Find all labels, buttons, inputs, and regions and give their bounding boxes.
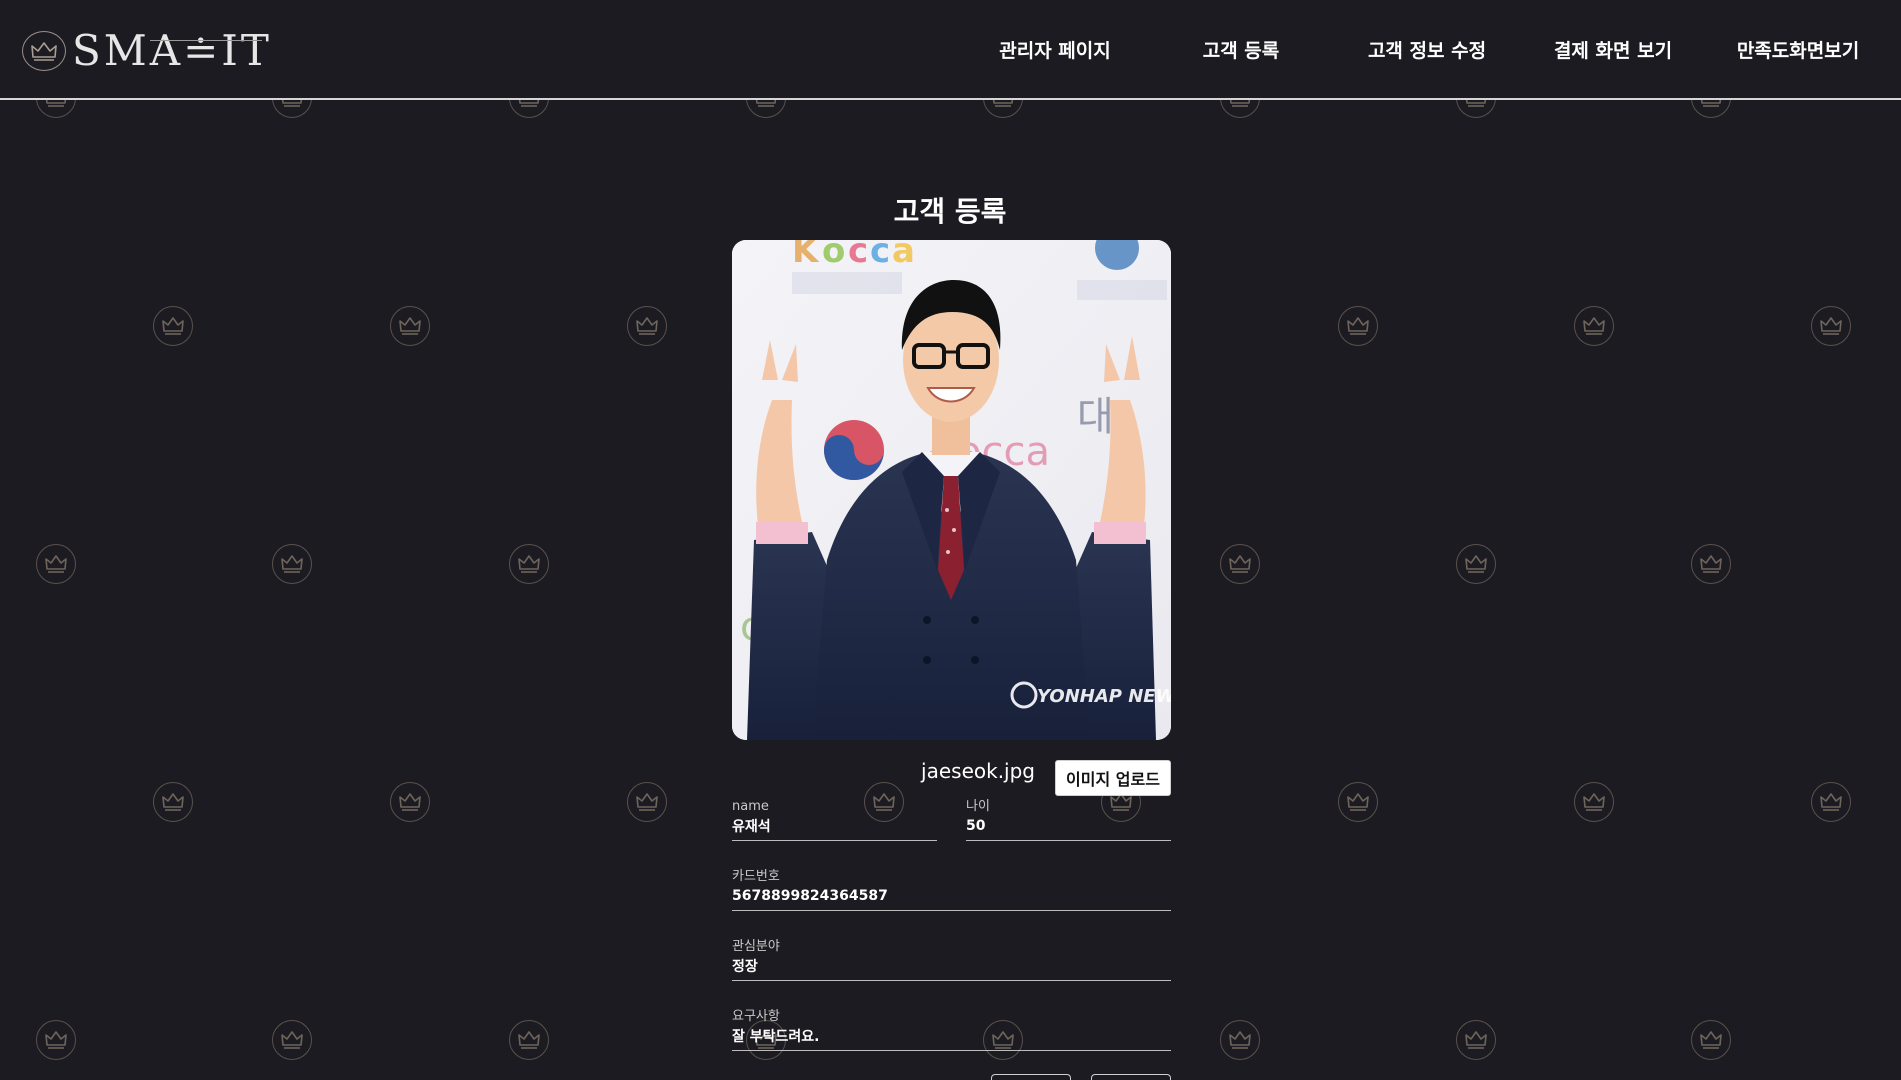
crown-icon [1691,544,1731,584]
crown-icon [1338,782,1378,822]
name-field: name [732,799,937,841]
logo-underline [150,40,262,41]
file-name: jaeseok.jpg [921,759,1035,783]
nav-payment-view[interactable]: 결제 화면 보기 [1554,36,1672,63]
crown-icon [153,782,193,822]
svg-text:c: c [870,240,890,271]
crown-icon [36,1020,76,1060]
crown-icon [390,306,430,346]
nav-customer-edit[interactable]: 고객 정보 수정 [1368,36,1486,63]
crown-icon [272,1020,312,1060]
interest-input[interactable] [732,958,1171,981]
crown-icon [22,31,66,71]
crown-icon [1811,782,1851,822]
card-number-label: 카드번호 [732,869,780,884]
page-title: 고객 등록 [893,195,1007,228]
crown-icon [1220,544,1260,584]
svg-text:K: K [792,240,820,271]
photo-watermark: YONHAP NEWS [1037,686,1171,707]
crown-icon [1691,1020,1731,1060]
logo-text: SMA≐IT [72,26,272,75]
customer-photo: K o c c a occa 대 c c [732,240,1171,740]
interest-field: 관심분야 [732,939,1171,981]
crown-icon [1456,1020,1496,1060]
form-action-button[interactable] [991,1074,1071,1080]
svg-text:대: 대 [1077,394,1114,440]
nav-customer-register[interactable]: 고객 등록 [1203,36,1280,63]
age-label: 나이 [966,799,990,814]
crown-icon [272,544,312,584]
card-number-input[interactable] [732,888,1171,911]
svg-text:a: a [892,240,915,271]
crown-icon [390,782,430,822]
card-number-field: 카드번호 [732,869,1171,911]
age-input[interactable] [966,818,1171,841]
svg-text:o: o [822,240,845,271]
image-upload-button[interactable]: 이미지 업로드 [1055,760,1171,796]
nav-admin-page[interactable]: 관리자 페이지 [999,36,1111,63]
header: SMA≐IT 관리자 페이지 고객 등록 고객 정보 수정 결제 화면 보기 만… [0,0,1901,100]
crown-icon [1338,306,1378,346]
logo[interactable]: SMA≐IT [22,30,272,72]
crown-icon [36,544,76,584]
crown-icon [1811,306,1851,346]
form-action-button[interactable] [1091,1074,1171,1080]
crown-icon [153,306,193,346]
crown-icon [1574,782,1614,822]
crown-icon [1456,544,1496,584]
crown-icon [1574,306,1614,346]
request-field: 요구사항 [732,1009,1171,1051]
nav-satisfaction-view[interactable]: 만족도화면보기 [1737,36,1859,63]
request-input[interactable] [732,1028,1171,1051]
name-input[interactable] [732,818,937,841]
request-label: 요구사항 [732,1009,780,1024]
crown-icon [509,1020,549,1060]
crown-icon [509,544,549,584]
name-label: name [732,799,769,814]
crown-icon [1220,1020,1260,1060]
age-field: 나이 [966,799,1171,841]
interest-label: 관심분야 [732,939,780,954]
svg-text:c: c [848,240,868,271]
crown-icon [627,306,667,346]
crown-icon [627,782,667,822]
page: SMA≐IT 관리자 페이지 고객 등록 고객 정보 수정 결제 화면 보기 만… [0,0,1901,1080]
